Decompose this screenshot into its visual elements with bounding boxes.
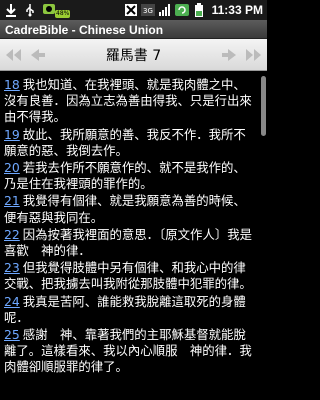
app-title-bar: CadreBible - Chinese Union	[0, 20, 267, 39]
usb-icon	[23, 3, 37, 17]
verse-item[interactable]: 22 因為按著我裡面的意思．〔原文作人〕我是喜歡 神的律．	[4, 227, 254, 259]
verse-item[interactable]: 23 但我覺得肢體中另有個律、和我心中的律交戰、把我擄去叫我附從那肢體中犯罪的律。	[4, 260, 254, 292]
battery-app-icon	[42, 3, 56, 17]
network-3g-icon: 3G	[140, 3, 155, 17]
verse-number[interactable]: 22	[4, 227, 20, 242]
next-chapter-icon[interactable]	[219, 45, 239, 65]
sync-icon	[174, 3, 189, 17]
verse-item[interactable]: 24 我真是苦阿、誰能救我脫離這取死的身體呢．	[4, 294, 254, 326]
scrollbar[interactable]	[260, 72, 267, 400]
previous-book-icon[interactable]	[4, 45, 24, 65]
clock: 11:33 PM	[211, 3, 263, 17]
svg-text:3G: 3G	[143, 7, 153, 15]
download-icon	[4, 3, 18, 17]
chapter-title[interactable]: 羅馬書 7	[48, 45, 219, 65]
verse-text: 但我覺得肢體中另有個律、和我心中的律交戰、把我擄去叫我附從那肢體中犯罪的律。	[4, 260, 252, 292]
verse-text: 故此、我所願意的善、我反不作．我所不願意的惡、我倒去作。	[4, 126, 246, 158]
verse-text: 我覺得有個律、就是我願意為善的時候、便有惡與我同在。	[4, 193, 246, 225]
app-title: CadreBible - Chinese Union	[5, 23, 164, 37]
verse-text: 感謝 神、靠著我們的主耶穌基督就能脫離了。這樣看來、我以內心順服 神的律．我肉體…	[4, 327, 252, 375]
next-book-icon[interactable]	[243, 45, 263, 65]
verse-number[interactable]: 25	[4, 327, 20, 342]
verse-number[interactable]: 24	[4, 294, 20, 309]
verse-item[interactable]: 25 感謝 神、靠著我們的主耶穌基督就能脫離了。這樣看來、我以內心順服 神的律．我…	[4, 327, 254, 376]
battery-icon	[192, 3, 206, 17]
verse-item[interactable]: 21 我覺得有個律、就是我願意為善的時候、便有惡與我同在。	[4, 193, 254, 225]
verse-item[interactable]: 19 故此、我所願意的善、我反不作．我所不願意的惡、我倒去作。	[4, 127, 254, 159]
no-signal-icon	[124, 3, 138, 17]
verse-number[interactable]: 23	[4, 260, 20, 275]
verse-number[interactable]: 19	[4, 127, 20, 142]
verse-text: 我也知道、在我裡頭、就是我肉體之中、沒有良善．因為立志為善由得我、只是行出來由不…	[4, 77, 252, 125]
signal-icon	[158, 3, 172, 17]
verse-item[interactable]: 18 我也知道、在我裡頭、就是我肉體之中、沒有良善．因為立志為善由得我、只是行出來…	[4, 77, 254, 126]
verse-text: 若我去作所不願意作的、就不是我作的、乃是住在我裡頭的罪作的。	[4, 160, 246, 192]
scroll-thumb[interactable]	[261, 76, 266, 136]
verse-number[interactable]: 20	[4, 160, 20, 175]
previous-chapter-icon[interactable]	[28, 45, 48, 65]
verse-item[interactable]: 20 若我去作所不願意作的、就不是我作的、乃是住在我裡頭的罪作的。	[4, 160, 254, 192]
verse-text: 我真是苦阿、誰能救我脫離這取死的身體呢．	[4, 293, 246, 325]
verse-number[interactable]: 18	[4, 77, 20, 92]
status-bar: 48% 3G 11:33 PM	[0, 0, 267, 20]
battery-percent: 48%	[55, 10, 71, 18]
verse-number[interactable]: 21	[4, 193, 20, 208]
verse-text: 因為按著我裡面的意思．〔原文作人〕我是喜歡 神的律．	[4, 226, 253, 259]
verse-list[interactable]: 18 我也知道、在我裡頭、就是我肉體之中、沒有良善．因為立志為善由得我、只是行出來…	[0, 72, 258, 400]
chapter-navigation: 羅馬書 7	[0, 39, 267, 71]
